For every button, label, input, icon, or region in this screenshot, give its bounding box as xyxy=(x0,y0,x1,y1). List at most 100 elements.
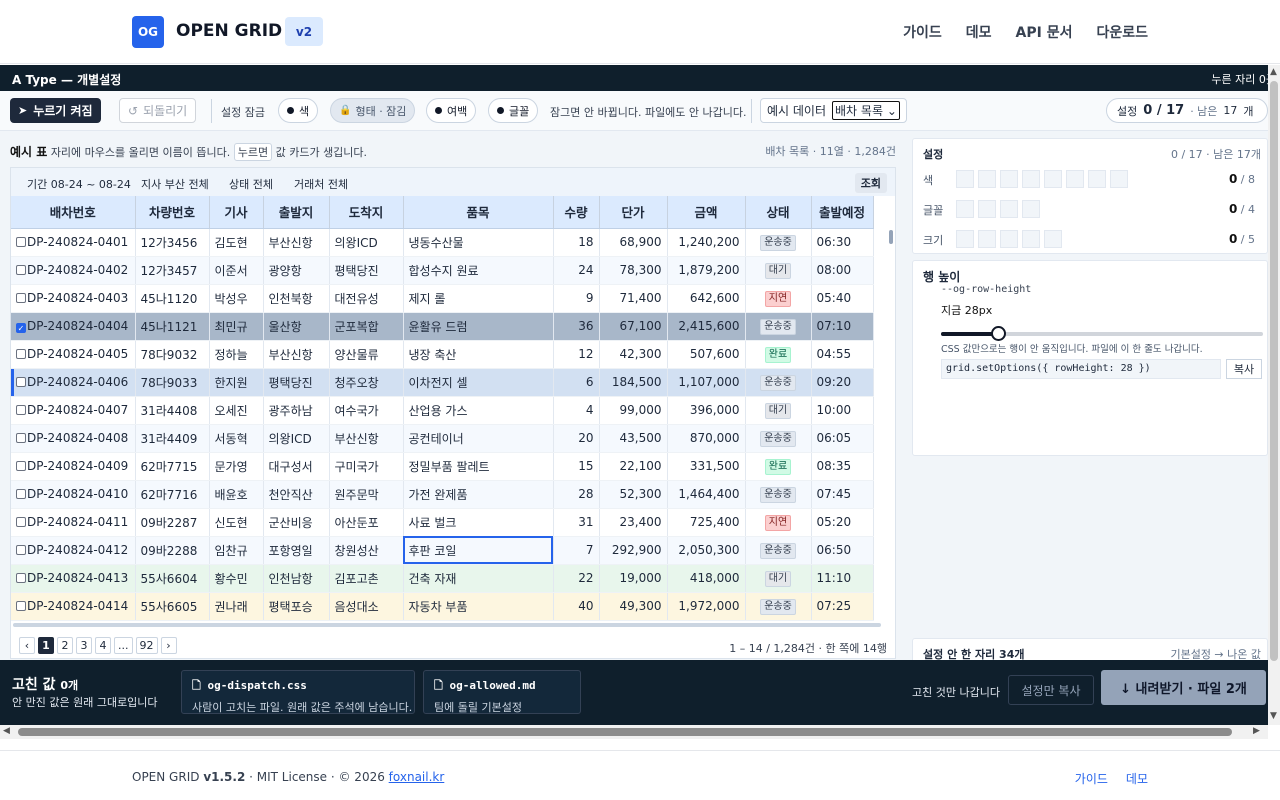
table-row[interactable]: DP-240824-0402 12가3457 이준서 광양항 평택당진 합성수지 원료 24… xyxy=(11,256,874,285)
page-horizontal-scrollbar[interactable]: ◀ ▶ xyxy=(0,725,1268,739)
table-cell[interactable]: 78다9033 xyxy=(135,368,210,397)
table-cell[interactable]: 4 xyxy=(553,396,600,425)
page-button[interactable]: ... xyxy=(114,637,133,654)
table-cell[interactable]: 2,415,600 xyxy=(667,312,746,341)
table-cell[interactable]: 418,000 xyxy=(667,564,746,593)
table-cell[interactable]: 의왕ICD xyxy=(263,424,330,453)
table-cell[interactable]: 31 xyxy=(553,508,600,537)
table-cell[interactable]: 이차전지 셀 xyxy=(403,368,554,397)
table-cell[interactable]: 507,600 xyxy=(667,340,746,369)
table-cell[interactable]: 한지원 xyxy=(209,368,264,397)
table-cell[interactable]: 62마7716 xyxy=(135,480,210,509)
filter-status[interactable]: 상태 전체 xyxy=(229,176,273,192)
setting-slot[interactable] xyxy=(1000,170,1018,188)
table-cell[interactable]: 대전유성 xyxy=(329,284,404,313)
page-button[interactable]: 4 xyxy=(95,637,111,654)
table-cell[interactable]: 부산신항 xyxy=(263,340,330,369)
table-cell[interactable]: 09바2288 xyxy=(135,536,210,565)
setting-slot[interactable] xyxy=(956,230,974,248)
table-cell[interactable]: 07:25 xyxy=(811,592,874,621)
table-cell[interactable]: 725,400 xyxy=(667,508,746,537)
table-cell[interactable]: 12 xyxy=(553,340,600,369)
row-checkbox[interactable] xyxy=(16,545,26,555)
table-cell[interactable]: 산업용 가스 xyxy=(403,396,554,425)
setting-slot[interactable] xyxy=(1044,170,1062,188)
table-cell[interactable]: 지연 xyxy=(745,508,812,537)
scroll-left-icon[interactable]: ◀ xyxy=(3,726,10,736)
row-checkbox[interactable] xyxy=(16,349,26,359)
table-cell[interactable]: 22,100 xyxy=(599,452,668,481)
table-cell[interactable]: 평택당진 xyxy=(263,368,330,397)
table-cell[interactable]: DP-240824-0411 xyxy=(11,508,136,537)
table-row[interactable]: DP-240824-0405 78다9032 정하늘 부산신항 양산물류 냉장 축산 12 4… xyxy=(11,340,874,369)
setting-slot[interactable] xyxy=(978,200,996,218)
table-cell[interactable]: 울산항 xyxy=(263,312,330,341)
copy-button[interactable]: 복사 xyxy=(1226,359,1262,379)
table-cell[interactable]: 포항영일 xyxy=(263,536,330,565)
table-cell[interactable]: 운송중 xyxy=(745,536,812,565)
table-cell[interactable]: 52,300 xyxy=(599,480,668,509)
table-row[interactable]: DP-240824-0413 55사6604 황수민 인천남항 김포고촌 건축 자재 22 1… xyxy=(11,564,874,593)
grid-vertical-scrollbar[interactable] xyxy=(889,228,895,628)
table-cell[interactable]: 지연 xyxy=(745,284,812,313)
file-card-md[interactable]: 🗋 og-allowed.md 팀에 돌릴 기본설정 xyxy=(423,670,581,714)
page-button[interactable]: 3 xyxy=(76,637,92,654)
table-cell[interactable]: 06:05 xyxy=(811,424,874,453)
table-cell[interactable]: 2,050,300 xyxy=(667,536,746,565)
setting-slot[interactable] xyxy=(1022,170,1040,188)
table-cell[interactable]: 22 xyxy=(553,564,600,593)
table-cell[interactable]: 05:20 xyxy=(811,508,874,537)
table-cell[interactable]: 04:55 xyxy=(811,340,874,369)
setting-slot[interactable] xyxy=(1110,170,1128,188)
table-cell[interactable]: 후판 코일 xyxy=(403,536,554,565)
table-row[interactable]: ✓ DP-240824-0404 45나1121 최민규 울산항 군포복합 윤활유 드럼 36… xyxy=(11,312,874,341)
table-cell[interactable]: 71,400 xyxy=(599,284,668,313)
column-header[interactable]: 상태 xyxy=(745,196,812,229)
table-cell[interactable]: 완료 xyxy=(745,452,812,481)
table-cell[interactable]: 인천북항 xyxy=(263,284,330,313)
table-cell[interactable]: 자동차 부품 xyxy=(403,592,554,621)
column-header[interactable]: 수량 xyxy=(553,196,600,229)
nav-link-api[interactable]: API 문서 xyxy=(1016,22,1073,42)
table-cell[interactable]: 윤활유 드럼 xyxy=(403,312,554,341)
table-cell[interactable]: 331,500 xyxy=(667,452,746,481)
setting-slot[interactable] xyxy=(1000,230,1018,248)
table-cell[interactable]: 공컨테이너 xyxy=(403,424,554,453)
table-cell[interactable]: 07:10 xyxy=(811,312,874,341)
table-cell[interactable]: 문가영 xyxy=(209,452,264,481)
table-cell[interactable]: 서동혁 xyxy=(209,424,264,453)
table-cell[interactable]: 양산물류 xyxy=(329,340,404,369)
press-toggle-button[interactable]: ➤ 누르기 켜짐 xyxy=(10,98,101,123)
table-cell[interactable]: 운송중 xyxy=(745,480,812,509)
row-checkbox[interactable] xyxy=(16,293,26,303)
table-cell[interactable]: 40 xyxy=(553,592,600,621)
table-cell[interactable]: DP-240824-0405 xyxy=(11,340,136,369)
table-cell[interactable]: DP-240824-0407 xyxy=(11,396,136,425)
nav-link-guide[interactable]: 가이드 xyxy=(903,22,942,42)
table-cell[interactable]: 운송중 xyxy=(745,228,812,257)
setting-slot[interactable] xyxy=(1022,200,1040,218)
table-cell[interactable]: 67,100 xyxy=(599,312,668,341)
table-cell[interactable]: 박성우 xyxy=(209,284,264,313)
table-cell[interactable]: 43,500 xyxy=(599,424,668,453)
table-cell[interactable]: 42,300 xyxy=(599,340,668,369)
sample-data-select[interactable]: 배차 목록 ⌄ xyxy=(832,101,900,120)
table-cell[interactable]: ✓ DP-240824-0404 xyxy=(11,312,136,341)
table-cell[interactable]: 부산신항 xyxy=(263,228,330,257)
table-cell[interactable]: 11:10 xyxy=(811,564,874,593)
table-cell[interactable]: 김도현 xyxy=(209,228,264,257)
table-cell[interactable]: 아산둔포 xyxy=(329,508,404,537)
table-cell[interactable]: 870,000 xyxy=(667,424,746,453)
row-checkbox[interactable] xyxy=(16,433,26,443)
copy-settings-button[interactable]: 설정만 복사 xyxy=(1008,675,1094,705)
column-header[interactable]: 기사 xyxy=(209,196,264,229)
table-cell[interactable]: DP-240824-0409 xyxy=(11,452,136,481)
logo[interactable]: OG xyxy=(132,16,164,48)
setting-slot[interactable] xyxy=(1066,170,1084,188)
next-page-button[interactable]: › xyxy=(160,637,177,654)
table-cell[interactable]: 대기 xyxy=(745,396,812,425)
table-cell[interactable]: 청주오창 xyxy=(329,368,404,397)
table-cell[interactable]: 1,464,400 xyxy=(667,480,746,509)
table-cell[interactable]: 원주문막 xyxy=(329,480,404,509)
table-row[interactable]: DP-240824-0407 31라4408 오세진 광주하남 여수국가 산업용 가스 4 9… xyxy=(11,396,874,425)
